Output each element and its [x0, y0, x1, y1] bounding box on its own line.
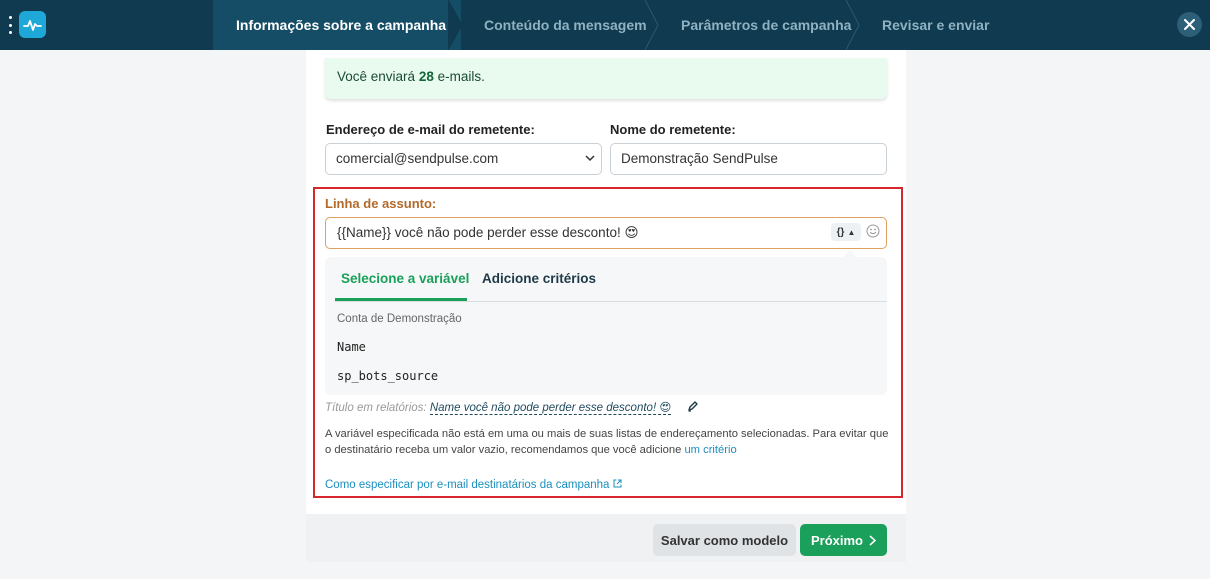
close-icon [1184, 19, 1195, 30]
variable-item-sp-bots-source[interactable]: sp_bots_source [337, 369, 438, 383]
step-separator-icon [846, 0, 860, 50]
report-title-label: Título em relatórios: [325, 402, 427, 414]
step-label: Parâmetros de campanha [681, 17, 852, 33]
help-link-text: Como especificar por e-mail destinatário… [325, 479, 610, 491]
sender-email-value: comercial@sendpulse.com [336, 151, 499, 166]
recipient-count: 28 [418, 69, 434, 84]
variable-braces-icon: {} [836, 226, 845, 238]
save-as-template-button[interactable]: Salvar como modelo [653, 524, 796, 556]
missing-variable-warning: A variável especificada não está em uma … [325, 426, 890, 458]
variable-item-name[interactable]: Name [337, 340, 366, 354]
recipients-notice: Você enviará 28 e-mails. [325, 58, 887, 99]
insert-variable-button[interactable]: {} ▲ [831, 223, 861, 241]
subject-line-input[interactable]: {{Name}} você não pode perder esse desco… [325, 217, 887, 249]
notice-prefix: Você enviará [337, 69, 416, 84]
help-link[interactable]: Como especificar por e-mail destinatário… [325, 479, 622, 491]
step-label: Informações sobre a campanha [236, 17, 447, 33]
report-title-value[interactable]: Name você não pode perder esse desconto!… [429, 402, 672, 415]
campaign-steps: Informações sobre a campanha Conteúdo da… [213, 0, 1019, 50]
active-tab-indicator [335, 298, 467, 301]
subject-line-label: Linha de assunto: [325, 196, 437, 211]
step-review-send[interactable]: Revisar e enviar [859, 0, 1019, 50]
step-campaign-parameters[interactable]: Parâmetros de campanha [658, 0, 860, 50]
sender-name-input[interactable]: Demonstração SendPulse [610, 143, 887, 175]
tab-select-variable[interactable]: Selecione a variável [341, 271, 469, 286]
close-button[interactable] [1177, 12, 1202, 37]
tabs-divider [335, 301, 887, 302]
step-campaign-info[interactable]: Informações sobre a campanha [213, 0, 462, 50]
warning-text: A variável especificada não está em uma … [325, 428, 889, 456]
external-link-icon [613, 479, 622, 488]
top-navigation-bar: Informações sobre a campanha Conteúdo da… [0, 0, 1210, 50]
notice-suffix: e-mails. [437, 69, 485, 84]
caret-up-icon: ▲ [847, 227, 856, 237]
next-button[interactable]: Próximo [800, 524, 887, 556]
menu-dots-icon[interactable] [7, 16, 13, 34]
add-criteria-link[interactable]: um critério [684, 444, 736, 456]
sender-name-label: Nome do remetente: [610, 122, 736, 137]
step-arrow-icon [448, 0, 462, 50]
smiley-icon[interactable] [866, 224, 880, 238]
step-separator-icon [645, 0, 659, 50]
step-message-content[interactable]: Conteúdo da mensagem [461, 0, 659, 50]
sender-email-label: Endereço de e-mail do remetente: [326, 122, 535, 137]
tab-add-criteria[interactable]: Adicione critérios [482, 271, 596, 286]
sender-email-select[interactable]: comercial@sendpulse.com [325, 143, 602, 175]
chevron-down-icon [585, 155, 595, 162]
pencil-icon[interactable] [687, 400, 699, 412]
chevron-right-icon [869, 534, 876, 546]
step-label: Revisar e enviar [882, 17, 990, 33]
variable-group-title: Conta de Demonstração [337, 313, 462, 325]
dropdown-caret [843, 250, 857, 257]
save-as-template-label: Salvar como modelo [660, 532, 789, 548]
report-title-row: Título em relatórios: Name você não pode… [325, 400, 672, 415]
sendpulse-logo-icon[interactable] [19, 11, 46, 38]
sender-name-value: Demonstração SendPulse [621, 151, 778, 166]
step-label: Conteúdo da mensagem [484, 17, 647, 33]
next-label: Próximo [810, 532, 863, 548]
subject-line-value: {{Name}} você não pode perder esse desco… [337, 225, 639, 240]
